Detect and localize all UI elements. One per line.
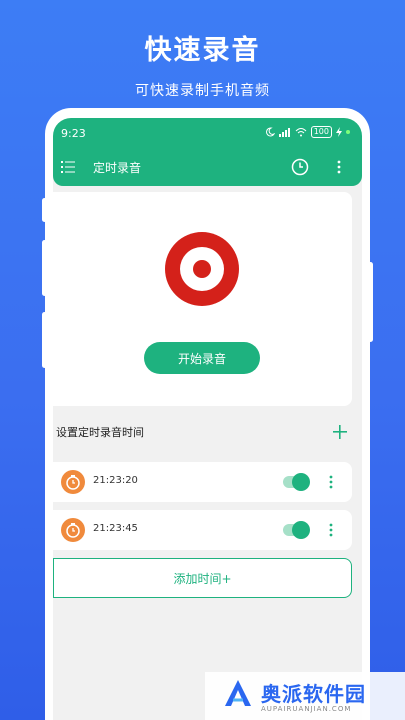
wifi-icon [295,128,307,137]
notification-dot-icon [346,130,350,134]
watermark-text: 奥派软件园 [261,682,366,706]
signal-icon [278,128,290,137]
toggle-knob [292,473,310,491]
status-bar: 9:23 100 [53,118,362,150]
timer-icon [61,518,85,542]
phone-side-button [42,312,47,368]
app-screen: 9:23 100 定时录音 开始录音 设置定时录音时间 21:23:20 21:… [53,118,362,720]
timer-toggle[interactable] [281,473,310,491]
toggle-knob [292,521,310,539]
plus-icon[interactable] [332,424,348,440]
phone-side-button [42,240,47,296]
add-time-button[interactable]: 添加时间+ [53,558,352,598]
more-vertical-icon[interactable] [328,522,334,538]
status-icons: 100 [265,126,350,138]
watermark-logo-icon [225,680,251,706]
phone-side-button [368,262,373,342]
app-title: 定时录音 [93,161,142,175]
timer-toggle[interactable] [281,521,310,539]
app-bar: 定时录音 [53,150,362,186]
timer-time: 21:23:45 [93,523,138,534]
promo-subline: 可快速录制手机音频 [135,83,270,99]
timer-time: 21:23:20 [93,475,138,486]
timer-row[interactable]: 21:23:45 [53,510,352,550]
schedule-section-title: 设置定时录音时间 [56,426,144,439]
menu-list-icon[interactable] [61,160,75,174]
more-vertical-icon[interactable] [336,159,342,175]
recorder-card: 开始录音 [53,192,352,406]
watermark: 奥派软件园 AUPAIRUANJIAN.COM [205,672,405,720]
promo-headline: 快速录音 [144,35,261,66]
watermark-url: AUPAIRUANJIAN.COM [261,705,352,713]
more-vertical-icon[interactable] [328,474,334,490]
timer-icon [61,470,85,494]
record-icon[interactable] [165,232,239,306]
phone-side-button [42,198,47,222]
battery-indicator: 100 [310,126,332,138]
status-time: 9:23 [61,127,86,140]
charging-icon [336,127,342,137]
moon-icon [265,127,275,137]
start-recording-button[interactable]: 开始录音 [144,342,260,374]
clock-icon[interactable] [291,158,309,176]
timer-row[interactable]: 21:23:20 [53,462,352,502]
